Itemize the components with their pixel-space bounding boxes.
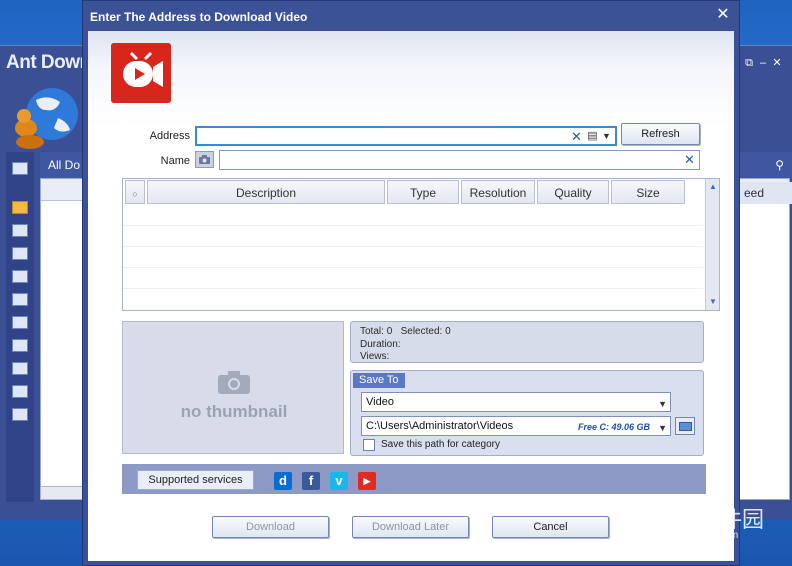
address-field[interactable]: ✕ ▤ ▼ <box>195 126 617 146</box>
table-row <box>123 206 703 226</box>
dialog-body: Address ✕ ▤ ▼ Refresh Name ✕ ○ Descripti… <box>88 31 734 561</box>
address-label: Address <box>149 130 190 142</box>
scroll-down-icon[interactable]: ▼ <box>708 297 718 306</box>
selected-value: 0 <box>445 326 451 337</box>
cancel-button[interactable]: Cancel <box>492 516 609 538</box>
audio-icon[interactable] <box>12 293 28 306</box>
download-icon[interactable] <box>12 247 28 260</box>
total-value: 0 <box>386 326 393 337</box>
dialog-close-button[interactable]: ✕ <box>715 7 731 23</box>
tree-icon[interactable] <box>12 162 28 175</box>
tab-all[interactable]: All Do <box>48 158 80 172</box>
table-row <box>123 248 703 268</box>
window-controls: ⧉ – ✕ <box>742 56 784 70</box>
save-path-value: C:\Users\Administrator\Videos <box>366 420 514 432</box>
clear-name-icon[interactable]: ✕ <box>683 153 696 166</box>
supported-services-button[interactable]: Supported services <box>137 470 254 490</box>
chevron-down-icon[interactable]: ▼ <box>658 423 667 433</box>
address-input[interactable] <box>197 128 615 144</box>
watermark-en: www.downxia.com <box>656 530 739 541</box>
app-title: Ant Down <box>6 52 91 73</box>
category-select[interactable]: Video ▼ <box>361 392 671 412</box>
download-video-dialog: Enter The Address to Download Video ✕ Ad… <box>82 0 740 566</box>
sidebar <box>6 152 34 502</box>
save-path-select[interactable]: C:\Users\Administrator\Videos Free C: 49… <box>361 416 671 436</box>
document-icon[interactable] <box>12 385 28 398</box>
chevron-down-icon[interactable]: ▼ <box>658 399 667 409</box>
video-info-box: Total: 0 Selected: 0 Duration: Views: <box>350 321 704 363</box>
save-path-checkbox[interactable] <box>363 439 375 451</box>
supported-services-bar: Supported services d f v ▶ <box>122 464 706 494</box>
camera-icon[interactable] <box>195 151 214 168</box>
vimeo-icon[interactable]: v <box>330 472 348 490</box>
browse-folder-button[interactable] <box>675 417 695 435</box>
upload-icon[interactable] <box>12 224 28 237</box>
select-all-radio[interactable]: ○ <box>125 180 145 204</box>
name-field[interactable]: ✕ <box>219 150 700 170</box>
refresh-button[interactable]: Refresh <box>621 123 700 145</box>
speed-column-header[interactable]: eed <box>740 182 792 204</box>
duration-label: Duration: <box>360 338 401 350</box>
folder-icon <box>679 422 692 431</box>
folder-icon[interactable] <box>12 201 28 214</box>
restore-icon[interactable]: ⧉ <box>742 57 756 70</box>
watermark-logo-icon <box>612 500 650 538</box>
category-value: Video <box>366 396 394 408</box>
column-type[interactable]: Type <box>387 180 459 204</box>
free-space-text: Free C: 49.06 GB <box>577 422 650 432</box>
archive-icon[interactable] <box>12 362 28 375</box>
dailymotion-icon[interactable]: d <box>274 472 292 490</box>
paste-icon[interactable]: ▤ <box>586 130 599 143</box>
youtube-icon[interactable]: ▶ <box>358 472 376 490</box>
close-icon[interactable]: ✕ <box>770 56 784 69</box>
address-history-dropdown-icon[interactable]: ▼ <box>600 130 613 143</box>
thumbnail-preview: no thumbnail <box>122 321 344 454</box>
program-icon[interactable] <box>12 408 28 421</box>
watermark: 当下软件园 www.downxia.com <box>612 500 792 560</box>
column-description[interactable]: Description <box>147 180 385 204</box>
column-quality[interactable]: Quality <box>537 180 609 204</box>
download-button[interactable]: Download <box>212 516 329 538</box>
views-label: Views: <box>360 351 390 362</box>
dialog-title: Enter The Address to Download Video <box>90 10 308 24</box>
minimize-icon[interactable]: – <box>756 57 770 69</box>
results-table[interactable]: ○ Description Type Resolution Quality Si… <box>122 178 720 311</box>
column-size[interactable]: Size <box>611 180 685 204</box>
ant-logo-icon <box>15 88 78 149</box>
name-input[interactable] <box>220 151 699 169</box>
scroll-up-icon[interactable]: ▲ <box>708 182 718 191</box>
facebook-icon[interactable]: f <box>302 472 320 490</box>
save-to-caption: Save To <box>353 373 405 388</box>
results-scrollbar[interactable]: ▲ ▼ <box>705 179 719 310</box>
download-later-button[interactable]: Download Later <box>352 516 469 538</box>
video-icon[interactable] <box>12 316 28 329</box>
no-thumbnail-text: no thumbnail <box>180 402 288 421</box>
column-resolution[interactable]: Resolution <box>461 180 535 204</box>
video-download-logo-icon <box>111 43 171 103</box>
total-label: Total: <box>360 326 384 337</box>
save-to-group: Save To Video ▼ C:\Users\Administrator\V… <box>350 370 704 456</box>
camera-placeholder-icon <box>218 371 250 394</box>
table-row <box>123 227 703 247</box>
table-row <box>123 269 703 289</box>
selected-label: Selected: <box>400 326 443 337</box>
copy-icon[interactable] <box>12 270 28 283</box>
save-path-label: Save this path for category <box>381 439 500 450</box>
name-label: Name <box>160 155 190 167</box>
image-icon[interactable] <box>12 339 28 352</box>
search-icon[interactable]: ⚲ <box>775 158 784 172</box>
clear-address-icon[interactable]: ✕ <box>570 130 583 143</box>
